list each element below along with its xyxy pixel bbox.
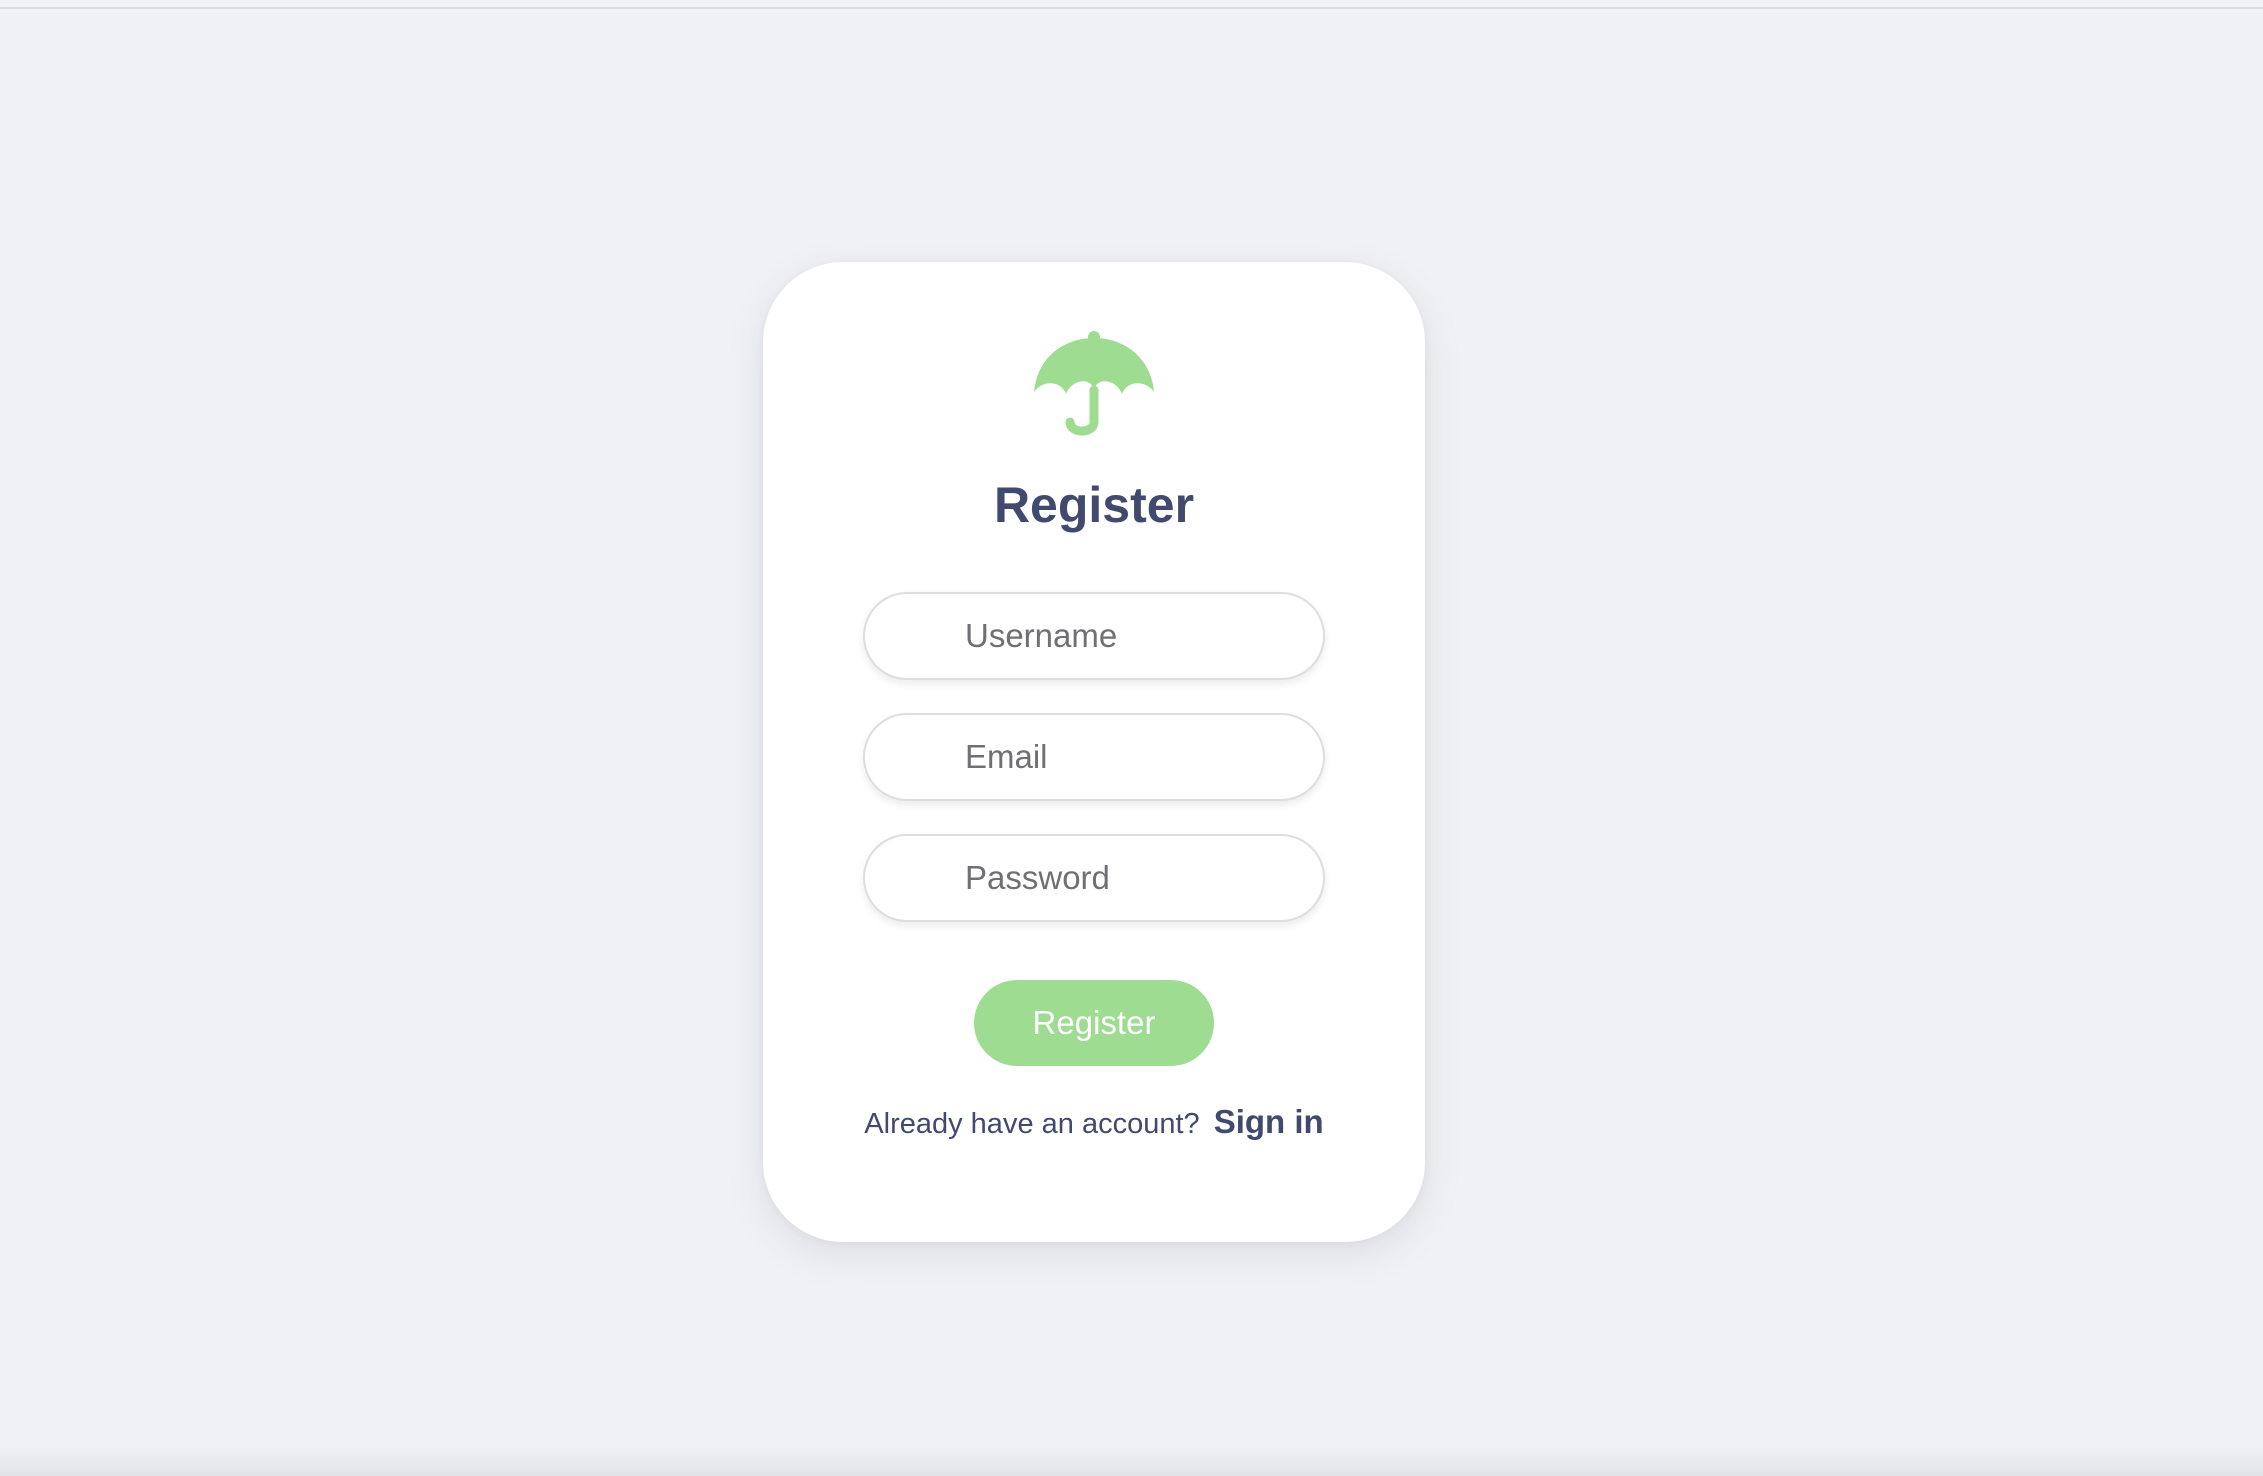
register-card: Register Register Already have an accoun… [763,262,1425,1242]
signin-prompt-text: Already have an account? [864,1108,1200,1140]
email-input[interactable] [863,713,1325,801]
signin-link[interactable]: Sign in [1214,1103,1324,1140]
password-input[interactable] [863,834,1325,922]
top-divider [0,0,2263,9]
signin-prompt: Already have an account? Sign in [763,1105,1425,1139]
page-title: Register [993,477,1195,533]
bottom-shadow [0,1446,2263,1476]
umbrella-icon [1034,331,1154,436]
register-button[interactable]: Register [974,980,1214,1066]
username-input[interactable] [863,592,1325,680]
